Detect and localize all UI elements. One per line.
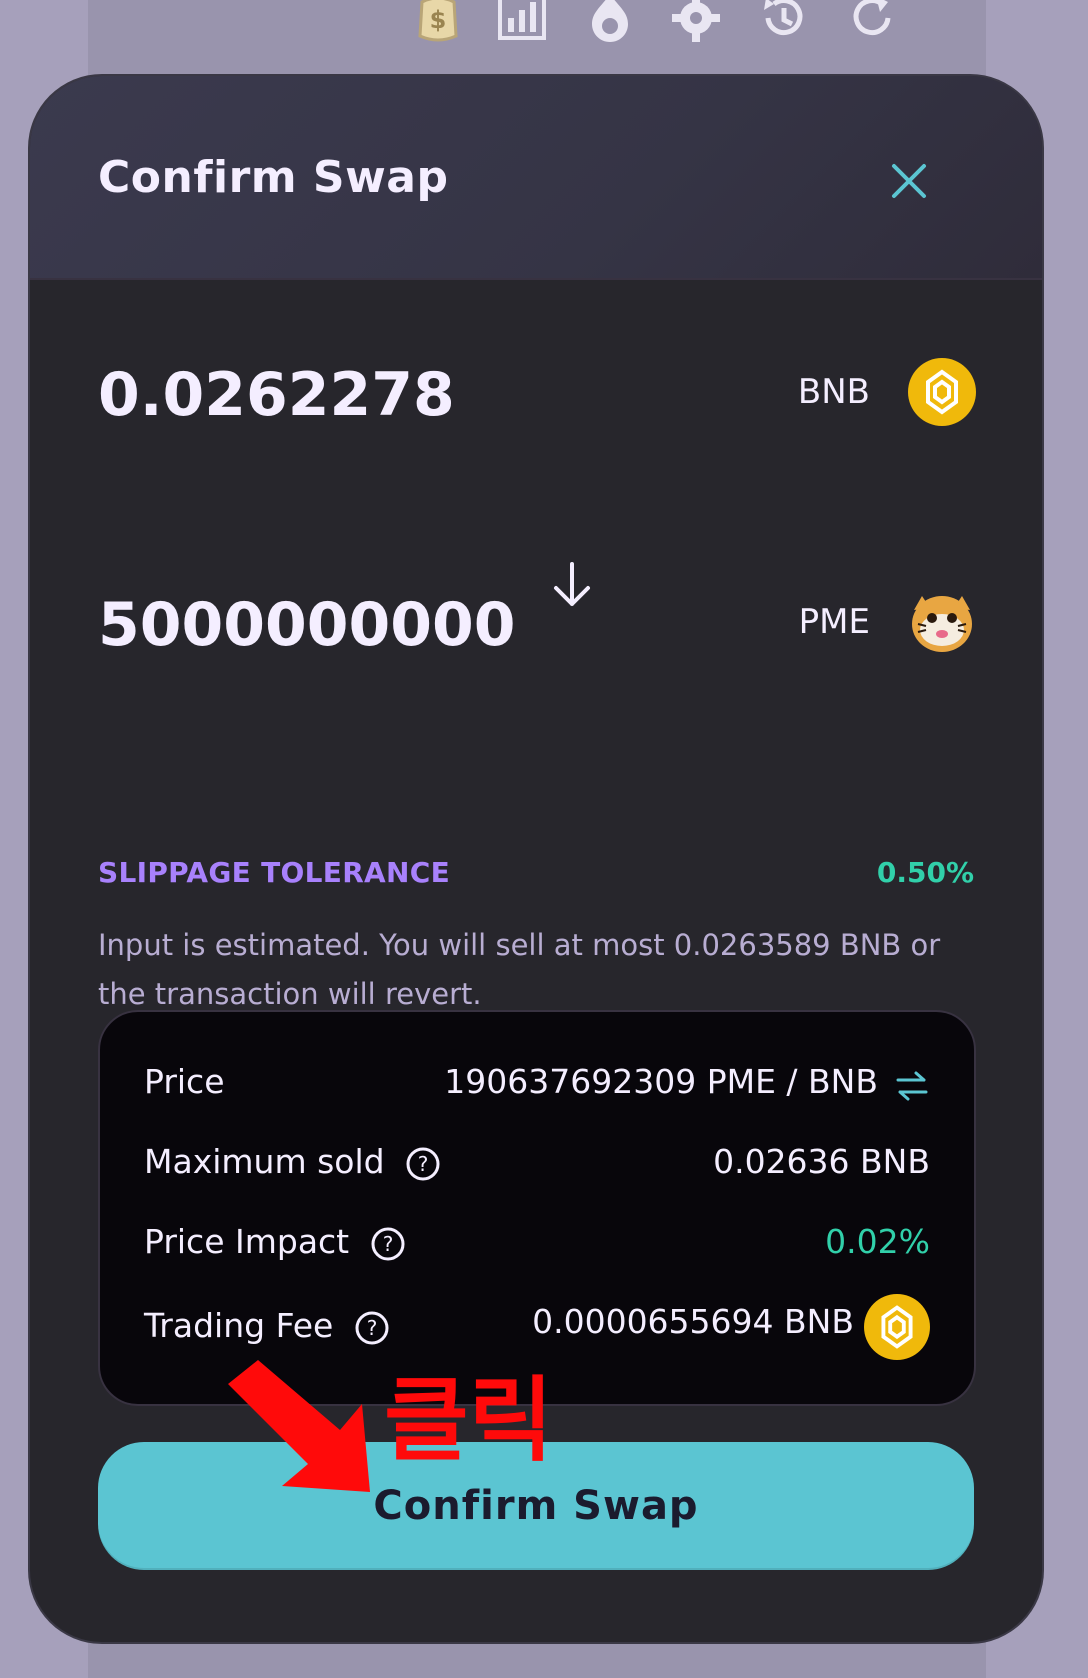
modal-title: Confirm Swap bbox=[98, 152, 449, 203]
flame-icon[interactable] bbox=[584, 0, 636, 44]
svg-text:$: $ bbox=[430, 6, 447, 34]
price-impact-label: Price Impact bbox=[144, 1222, 350, 1261]
bar-chart-icon[interactable] bbox=[496, 0, 548, 44]
click-annotation: 클릭 bbox=[384, 1367, 554, 1474]
bnb-token-icon bbox=[908, 358, 976, 426]
price-row: Price 190637692309 PME / BNB bbox=[144, 1062, 930, 1112]
trading-fee-value: 0.0000655694 BNB bbox=[532, 1302, 854, 1341]
maximum-sold-row: Maximum sold ? 0.02636 BNB bbox=[144, 1142, 930, 1192]
price-impact-value: 0.02% bbox=[825, 1222, 930, 1261]
svg-text:?: ? bbox=[418, 1152, 429, 1176]
output-amount: 5000000000 bbox=[98, 590, 516, 660]
swap-direction-icon[interactable] bbox=[894, 1068, 930, 1104]
slippage-value: 0.50% bbox=[876, 856, 974, 889]
help-icon[interactable]: ? bbox=[354, 1310, 390, 1346]
slippage-label: SLIPPAGE TOLERANCE bbox=[98, 856, 451, 889]
maximum-sold-value: 0.02636 BNB bbox=[713, 1142, 930, 1181]
red-arrow-annotation bbox=[228, 1360, 370, 1492]
trading-fee-label: Trading Fee bbox=[144, 1306, 334, 1345]
modal-header: Confirm Swap bbox=[30, 76, 1042, 280]
price-label: Price bbox=[144, 1062, 225, 1101]
gear-icon[interactable] bbox=[670, 0, 722, 44]
arrow-down-icon[interactable] bbox=[550, 560, 594, 610]
output-token-symbol: PME bbox=[798, 602, 870, 642]
price-impact-row: Price Impact ? 0.02% bbox=[144, 1222, 930, 1272]
svg-text:?: ? bbox=[367, 1316, 378, 1340]
history-icon[interactable] bbox=[758, 0, 810, 44]
maximum-sold-label: Maximum sold bbox=[144, 1142, 385, 1181]
estimate-notice: Input is estimated. You will sell at mos… bbox=[98, 928, 941, 1011]
bnb-token-icon bbox=[864, 1294, 930, 1360]
refresh-icon[interactable] bbox=[846, 0, 898, 44]
help-icon[interactable]: ? bbox=[370, 1226, 406, 1262]
dollar-coin-icon[interactable]: $ bbox=[412, 0, 464, 44]
help-icon[interactable]: ? bbox=[405, 1146, 441, 1182]
pme-token-icon bbox=[912, 596, 972, 652]
close-icon[interactable] bbox=[884, 156, 934, 206]
top-toolbar: $ bbox=[0, 0, 1088, 70]
svg-text:?: ? bbox=[382, 1232, 393, 1256]
input-token-symbol: BNB bbox=[797, 372, 870, 412]
input-amount: 0.0262278 bbox=[98, 360, 455, 430]
price-value: 190637692309 PME / BNB bbox=[444, 1062, 878, 1101]
